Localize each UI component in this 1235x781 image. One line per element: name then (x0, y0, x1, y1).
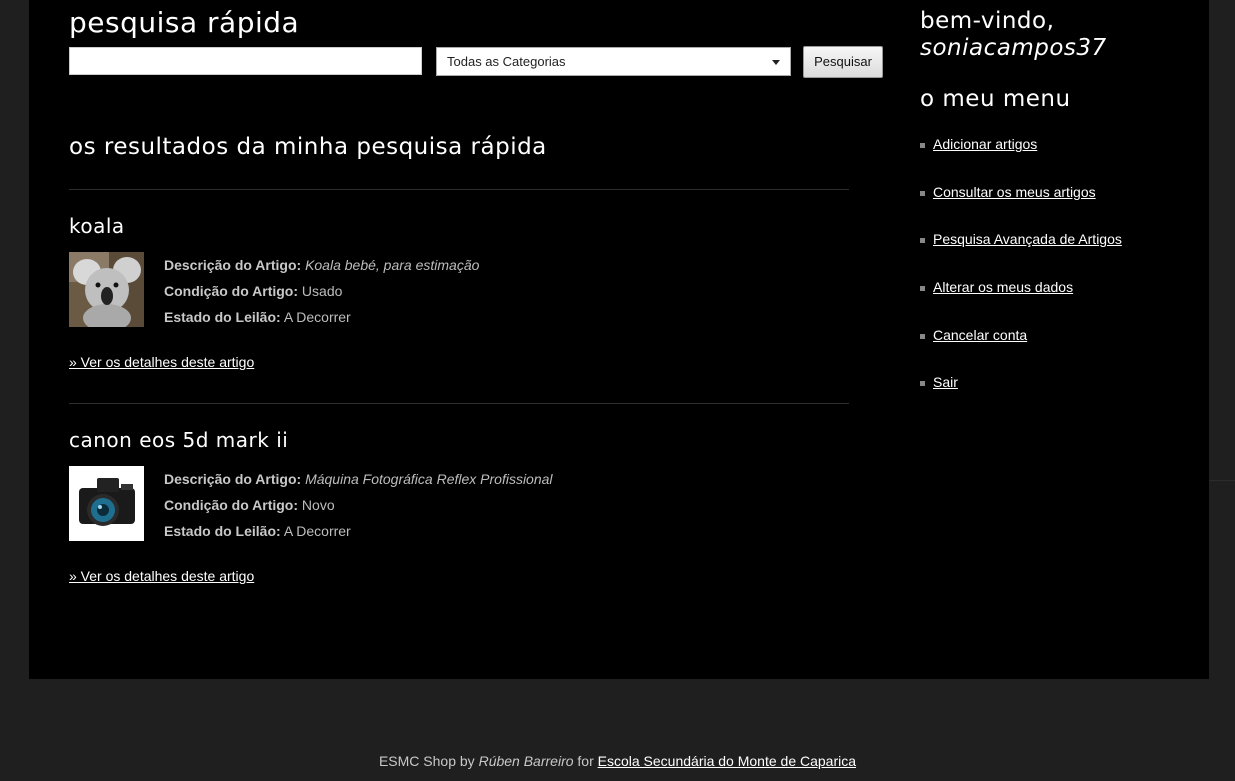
bullet-icon (920, 381, 925, 387)
menu-link[interactable]: Cancelar conta (933, 327, 1027, 343)
condition-label: Condição do Artigo: (164, 283, 299, 299)
menu-link[interactable]: Sair (933, 374, 958, 390)
menu-link[interactable]: Adicionar artigos (933, 136, 1037, 152)
result-name[interactable]: canon eos 5d mark ii (69, 428, 288, 452)
status-value: A Decorrer (283, 309, 351, 325)
condition-value: Usado (301, 283, 343, 299)
description-value: Koala bebé, para estimação (305, 257, 480, 273)
category-select[interactable]: Todas as Categorias (436, 47, 791, 76)
condition-label: Condição do Artigo: (164, 497, 299, 513)
footer-author: Rúben Barreiro (478, 753, 574, 769)
description-label: Descrição do Artigo: (164, 257, 302, 273)
bullet-icon (920, 286, 925, 292)
footer: ESMC Shop by Rúben Barreiro for Escola S… (0, 753, 1235, 769)
result-name[interactable]: koala (69, 214, 125, 238)
condition-value: Novo (301, 497, 335, 513)
username: soniacampos37 (920, 35, 1107, 61)
menu-link[interactable]: Consultar os meus artigos (933, 184, 1096, 200)
bullet-icon (920, 238, 925, 244)
menu-link[interactable]: Pesquisa Avançada de Artigos (933, 231, 1122, 247)
bullet-icon (920, 333, 925, 339)
footer-middle: for (577, 753, 594, 769)
status-label: Estado do Leilão: (164, 309, 281, 325)
main-panel: pesquisa rápida Todas as Categorias Pesq… (29, 0, 1209, 679)
result-fields: Descrição do Artigo: Máquina Fotográfica… (164, 466, 553, 544)
view-details-link[interactable]: » Ver os detalhes deste artigo (69, 568, 254, 584)
description-value: Máquina Fotográfica Reflex Profissional (305, 471, 553, 487)
description-label: Descrição do Artigo: (164, 471, 302, 487)
search-input[interactable] (69, 47, 422, 75)
status-label: Estado do Leilão: (164, 523, 281, 539)
camera-thumbnail[interactable] (69, 466, 144, 541)
divider (69, 403, 849, 404)
menu-title: o meu menu (920, 86, 1071, 112)
bullet-icon (920, 190, 925, 196)
view-details-link[interactable]: » Ver os detalhes deste artigo (69, 354, 254, 370)
result-fields: Descrição do Artigo: Koala bebé, para es… (164, 252, 479, 330)
search-button[interactable]: Pesquisar (803, 46, 883, 78)
chevron-down-icon (772, 60, 780, 65)
status-value: A Decorrer (283, 523, 351, 539)
footer-prefix: ESMC Shop by (378, 753, 475, 769)
welcome-text: bem-vindo, (920, 8, 1055, 34)
divider (69, 189, 849, 190)
bullet-icon (920, 143, 925, 148)
koala-thumbnail[interactable] (69, 252, 144, 327)
results-title: os resultados da minha pesquisa rápida (69, 134, 547, 160)
background-edge-line (1209, 480, 1235, 481)
menu-link[interactable]: Alterar os meus dados (933, 279, 1073, 295)
welcome-heading: bem-vindo, soniacampos37 (920, 8, 1107, 62)
school-link[interactable]: Escola Secundária do Monte de Caparica (598, 753, 856, 769)
category-select-value: Todas as Categorias (447, 54, 566, 69)
search-title: pesquisa rápida (69, 6, 300, 39)
